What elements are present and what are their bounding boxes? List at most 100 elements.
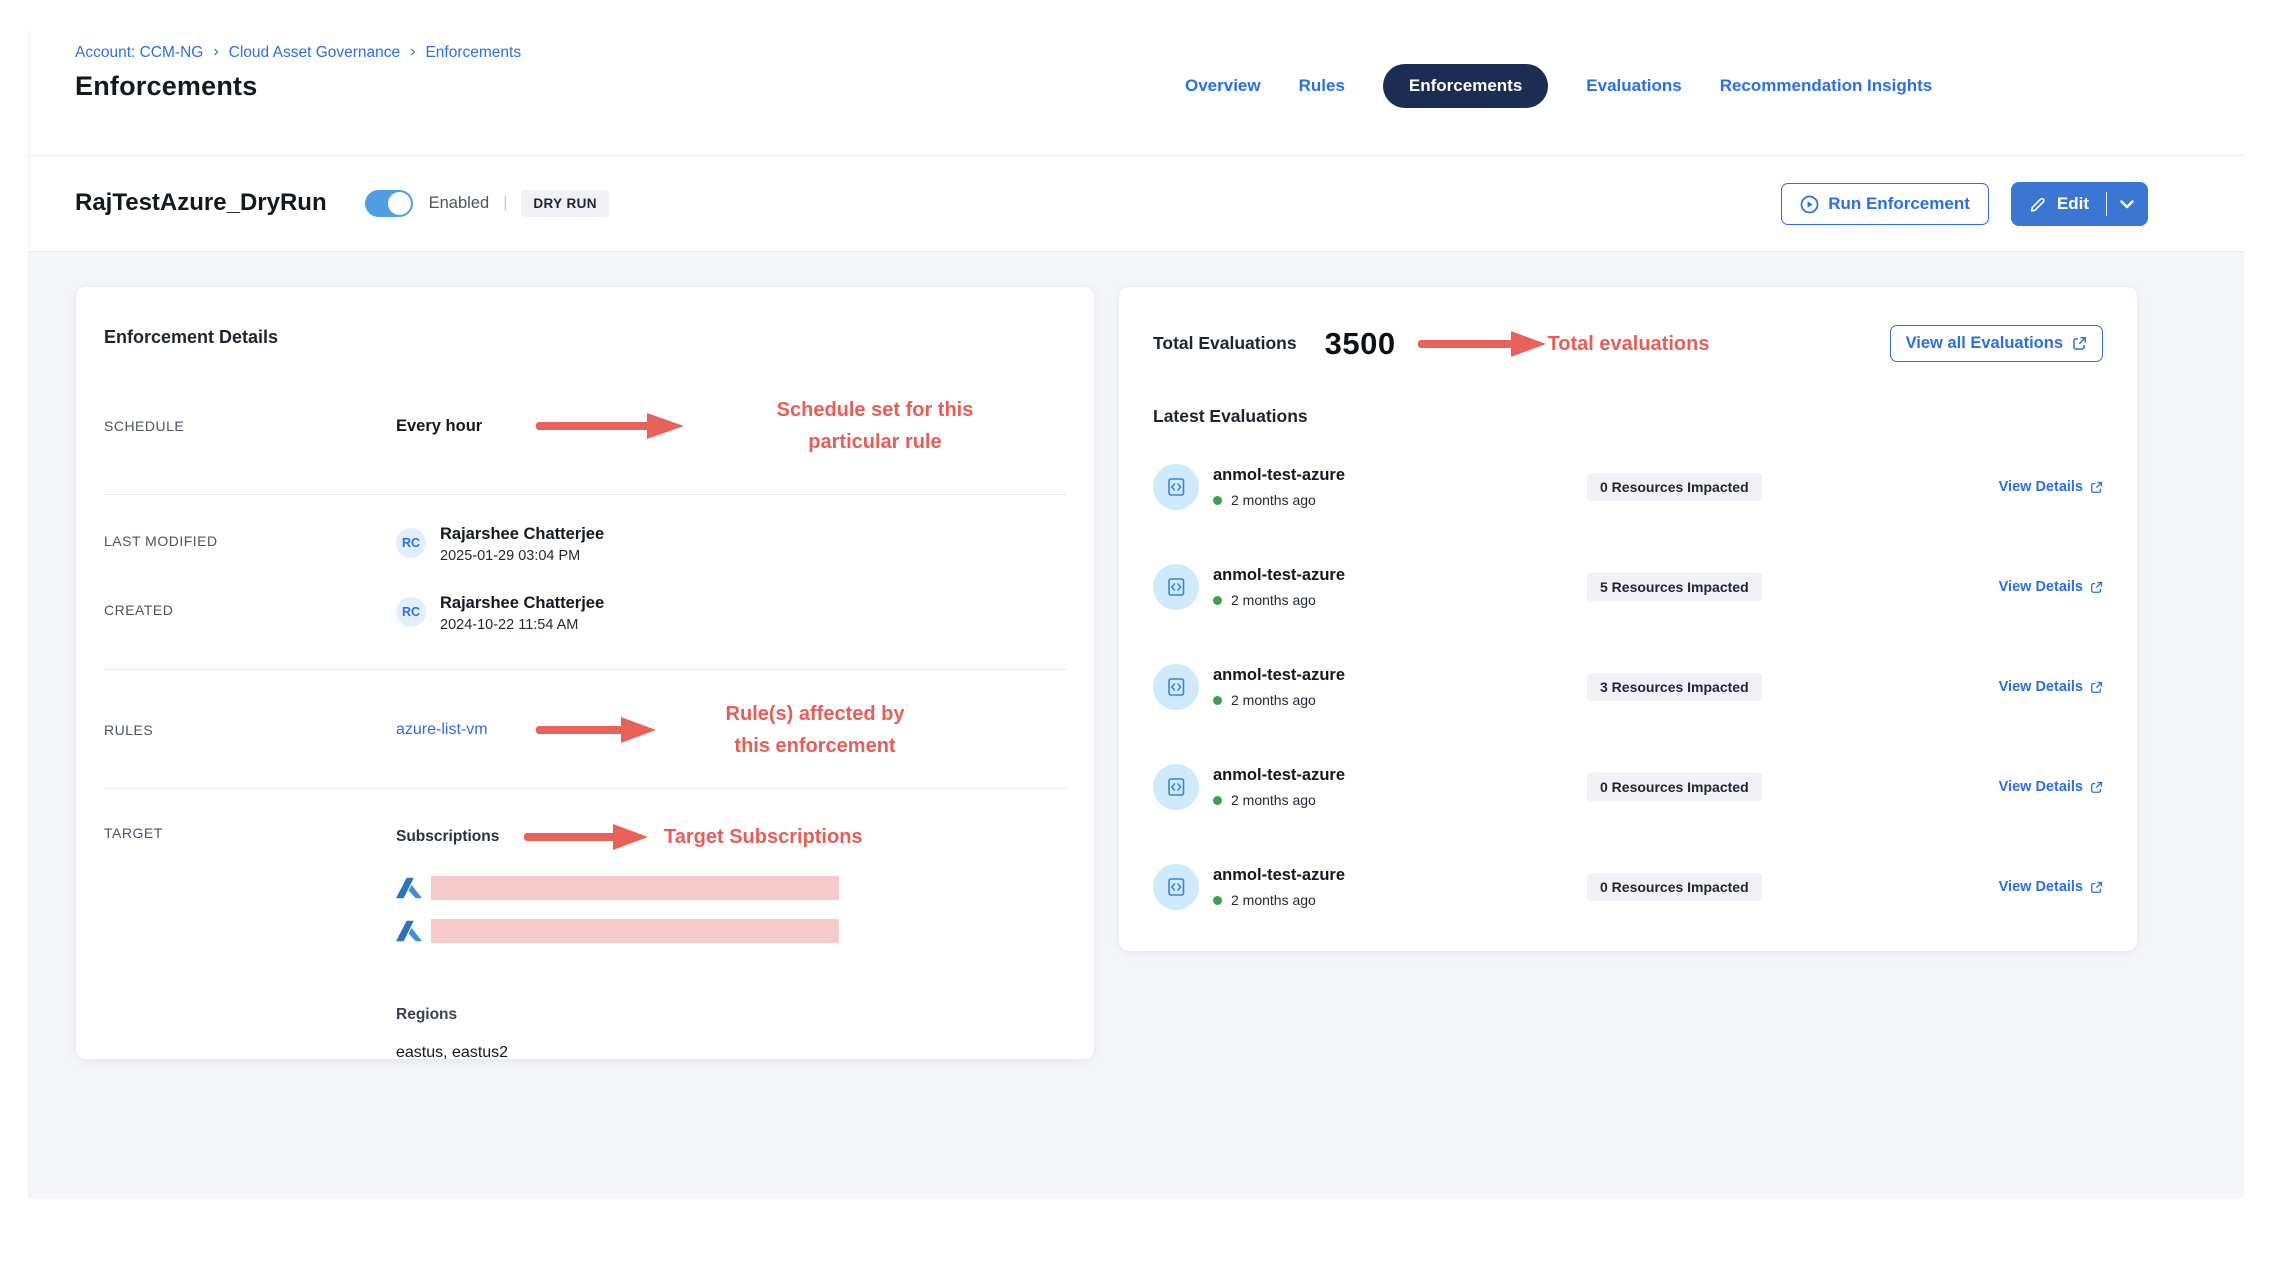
rule-script-icon bbox=[1153, 764, 1199, 810]
toggle-state-label: Enabled bbox=[429, 194, 490, 213]
rule-script-icon bbox=[1153, 664, 1199, 710]
divider bbox=[2106, 192, 2107, 216]
content-section: Enforcement Details SCHEDULE Every hour … bbox=[29, 252, 2244, 1198]
breadcrumb-cloud-asset-governance[interactable]: Cloud Asset Governance bbox=[229, 44, 400, 62]
view-details-link[interactable]: View Details bbox=[1999, 779, 2103, 795]
evaluation-time: 2 months ago bbox=[1231, 792, 1316, 808]
view-details-link[interactable]: View Details bbox=[1999, 679, 2103, 695]
view-details-link[interactable]: View Details bbox=[1999, 879, 2103, 895]
schedule-label: SCHEDULE bbox=[104, 418, 396, 434]
view-details-label: View Details bbox=[1999, 679, 2083, 695]
view-all-evaluations-button[interactable]: View all Evaluations bbox=[1890, 325, 2103, 362]
regions-value: eastus, eastus2 bbox=[396, 1044, 1066, 1062]
run-enforcement-label: Run Enforcement bbox=[1828, 194, 1970, 214]
status-dot bbox=[1213, 696, 1222, 705]
breadcrumb: Account: CCM-NG › Cloud Asset Governance… bbox=[75, 44, 521, 62]
evaluation-row: anmol-test-azure 2 months ago 0 Resource… bbox=[1153, 437, 2103, 537]
created-user-cell: RC Rajarshee Chatterjee 2024-10-22 11:54… bbox=[396, 594, 604, 633]
subscriptions-annotation: Target Subscriptions bbox=[664, 821, 863, 853]
evaluation-info: anmol-test-azure 2 months ago bbox=[1213, 666, 1573, 708]
evaluation-time: 2 months ago bbox=[1231, 692, 1316, 708]
evaluation-info: anmol-test-azure 2 months ago bbox=[1213, 466, 1573, 508]
details-card-title: Enforcement Details bbox=[104, 327, 1066, 348]
tab-recommendation-insights[interactable]: Recommendation Insights bbox=[1720, 76, 1933, 96]
breadcrumb-account[interactable]: Account: CCM-NG bbox=[75, 44, 203, 62]
evaluation-time: 2 months ago bbox=[1231, 892, 1316, 908]
edit-button[interactable]: Edit bbox=[2029, 194, 2089, 214]
status-dot bbox=[1213, 896, 1222, 905]
view-details-link[interactable]: View Details bbox=[1999, 579, 2103, 595]
view-details-label: View Details bbox=[1999, 879, 2083, 895]
enforcements-page: Account: CCM-NG › Cloud Asset Governance… bbox=[0, 0, 2272, 1272]
external-link-icon bbox=[2090, 781, 2103, 794]
latest-evaluations-title: Latest Evaluations bbox=[1153, 406, 2103, 427]
status-dot bbox=[1213, 596, 1222, 605]
target-content: Subscriptions Target Subscriptions Regio… bbox=[396, 821, 1066, 1062]
tab-rules[interactable]: Rules bbox=[1299, 76, 1345, 96]
evaluation-name: anmol-test-azure bbox=[1213, 866, 1573, 885]
page-title: Enforcements bbox=[75, 71, 521, 102]
total-evaluations-annotation: Total evaluations bbox=[1548, 328, 1710, 360]
evaluation-info: anmol-test-azure 2 months ago bbox=[1213, 866, 1573, 908]
run-enforcement-button[interactable]: Run Enforcement bbox=[1781, 183, 1989, 225]
rule-script-icon bbox=[1153, 864, 1199, 910]
status-dot bbox=[1213, 796, 1222, 805]
breadcrumb-chevron-icon: › bbox=[213, 43, 218, 61]
edit-split-button: Edit bbox=[2011, 182, 2148, 226]
evaluation-time: 2 months ago bbox=[1231, 592, 1316, 608]
divider bbox=[104, 494, 1066, 495]
target-row: TARGET Subscriptions Target Subscription… bbox=[104, 821, 1066, 1062]
tab-overview[interactable]: Overview bbox=[1185, 76, 1261, 96]
external-link-icon bbox=[2072, 336, 2087, 351]
divider bbox=[104, 669, 1066, 670]
resources-impacted-badge: 5 Resources Impacted bbox=[1587, 573, 1762, 601]
subscription-item bbox=[396, 918, 1066, 944]
breadcrumb-enforcements[interactable]: Enforcements bbox=[425, 44, 521, 62]
rules-annotation: Rule(s) affected by this enforcement bbox=[670, 698, 960, 762]
last-modified-date: 2025-01-29 03:04 PM bbox=[440, 548, 604, 564]
dry-run-badge: DRY RUN bbox=[521, 190, 609, 217]
tab-enforcements[interactable]: Enforcements bbox=[1383, 64, 1548, 108]
evaluation-info: anmol-test-azure 2 months ago bbox=[1213, 766, 1573, 808]
evaluation-name: anmol-test-azure bbox=[1213, 566, 1573, 585]
azure-icon bbox=[396, 918, 422, 944]
total-evaluations-value: 3500 bbox=[1325, 326, 1396, 362]
enforcement-toolbar: RajTestAzure_DryRun Enabled | DRY RUN bbox=[75, 168, 609, 238]
view-details-label: View Details bbox=[1999, 479, 2083, 495]
top-navigation: Overview Rules Enforcements Evaluations … bbox=[1185, 60, 1932, 112]
created-user-name: Rajarshee Chatterjee bbox=[440, 594, 604, 613]
resources-impacted-badge: 3 Resources Impacted bbox=[1587, 673, 1762, 701]
created-label: CREATED bbox=[104, 594, 396, 618]
external-link-icon bbox=[2090, 681, 2103, 694]
schedule-value: Every hour bbox=[396, 417, 536, 436]
view-details-label: View Details bbox=[1999, 779, 2083, 795]
edit-dropdown-toggle[interactable] bbox=[2120, 200, 2134, 209]
view-details-link[interactable]: View Details bbox=[1999, 479, 2103, 495]
play-circle-icon bbox=[1800, 195, 1819, 214]
enforcement-name: RajTestAzure_DryRun bbox=[75, 189, 327, 217]
redacted-subscription-id bbox=[431, 876, 839, 900]
enabled-toggle[interactable] bbox=[365, 190, 413, 217]
tab-evaluations[interactable]: Evaluations bbox=[1586, 76, 1681, 96]
evaluation-time: 2 months ago bbox=[1231, 492, 1316, 508]
resources-impacted-badge: 0 Resources Impacted bbox=[1587, 773, 1762, 801]
page-header: Account: CCM-NG › Cloud Asset Governance… bbox=[75, 44, 521, 102]
breadcrumb-chevron-icon: › bbox=[410, 43, 415, 61]
chevron-down-icon bbox=[2120, 200, 2134, 209]
pencil-icon bbox=[2029, 195, 2047, 213]
avatar: RC bbox=[396, 528, 426, 558]
total-evaluations-label: Total Evaluations bbox=[1153, 333, 1297, 354]
resources-impacted-badge: 0 Resources Impacted bbox=[1587, 473, 1762, 501]
subscriptions-label: Subscriptions bbox=[396, 828, 524, 846]
last-modified-user-name: Rajarshee Chatterjee bbox=[440, 525, 604, 544]
evaluation-info: anmol-test-azure 2 months ago bbox=[1213, 566, 1573, 608]
last-modified-row: LAST MODIFIED RC Rajarshee Chatterjee 20… bbox=[104, 525, 1066, 564]
regions-label: Regions bbox=[396, 1006, 1066, 1024]
evaluation-row: anmol-test-azure 2 months ago 3 Resource… bbox=[1153, 637, 2103, 737]
rule-script-icon bbox=[1153, 564, 1199, 610]
latest-evaluations-list: anmol-test-azure 2 months ago 0 Resource… bbox=[1153, 437, 2103, 937]
last-modified-user-cell: RC Rajarshee Chatterjee 2025-01-29 03:04… bbox=[396, 525, 604, 564]
rule-link[interactable]: azure-list-vm bbox=[396, 721, 536, 739]
divider bbox=[104, 788, 1066, 789]
view-all-evaluations-label: View all Evaluations bbox=[1906, 334, 2063, 353]
